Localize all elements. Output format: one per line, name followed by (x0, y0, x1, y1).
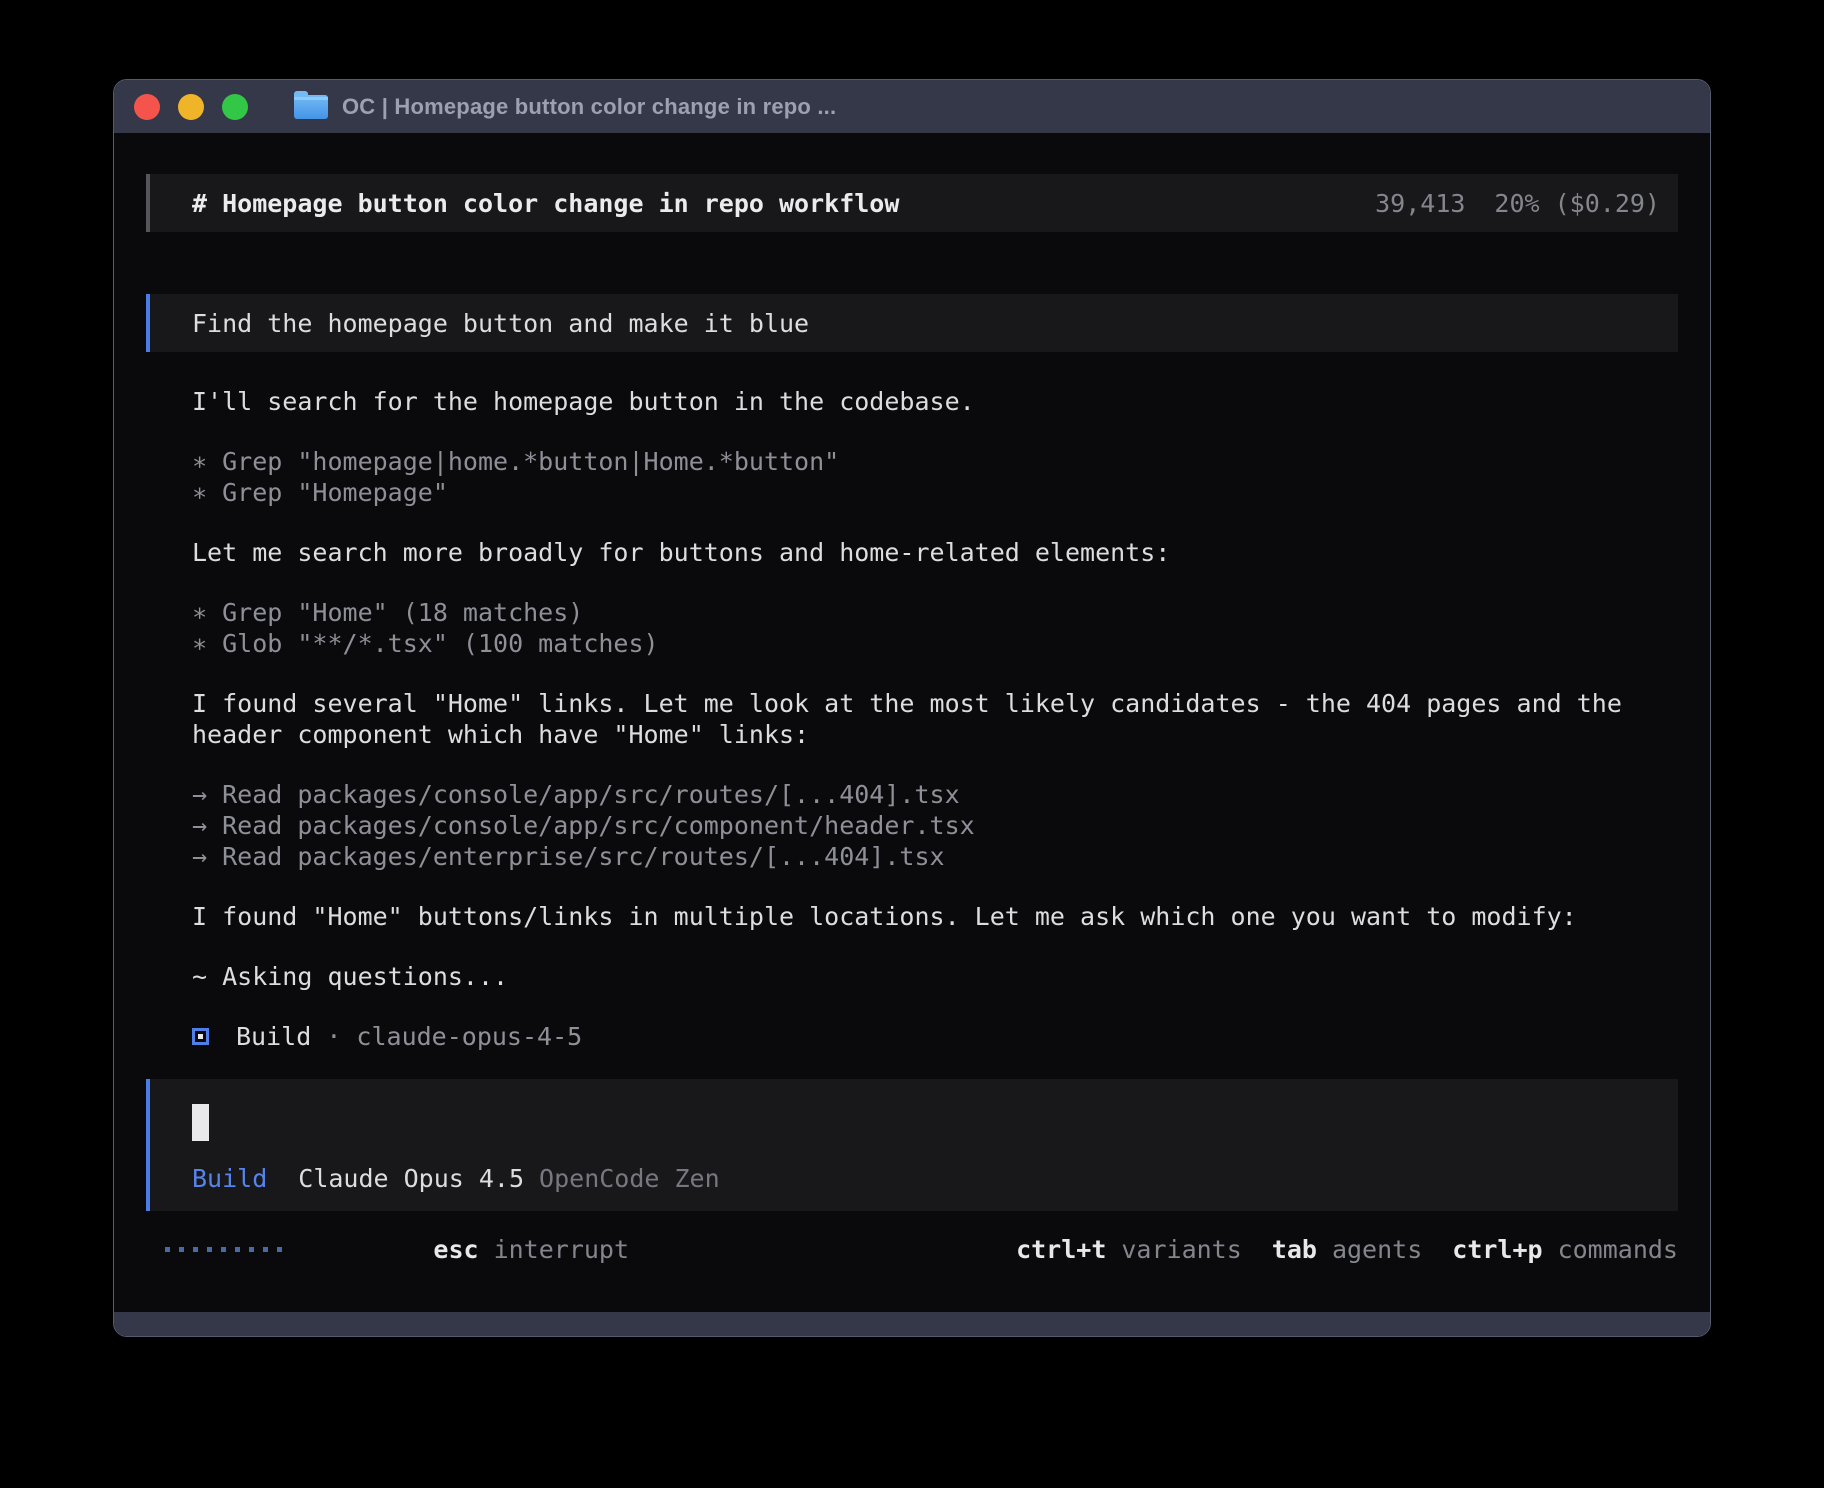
tool-call-line: → Read packages/enterprise/src/routes/[.… (192, 841, 1678, 872)
assistant-text-line: I'll search for the homepage button in t… (192, 386, 1678, 417)
shortcut-hint-variants: ctrl+t variants (1016, 1235, 1242, 1264)
user-message-text: Find the homepage button and make it blu… (192, 309, 809, 338)
window-bottom-strip (114, 1312, 1710, 1336)
blank-line (192, 568, 1678, 597)
assistant-text-line: ~ Asking questions... (192, 961, 1678, 992)
hint-key: tab (1272, 1235, 1317, 1264)
tool-call-line: ∗ Grep "Home" (18 matches) (192, 597, 1678, 628)
tool-call-line: ∗ Grep "homepage|home.*button|Home.*butt… (192, 446, 1678, 477)
text-cursor (192, 1104, 209, 1141)
spinner-dot (277, 1247, 282, 1252)
hint-key: ctrl+t (1016, 1235, 1106, 1264)
agent-mode-label[interactable]: Build (192, 1164, 267, 1193)
blank-line (192, 508, 1678, 537)
assistant-text-line: I found several "Home" links. Let me loo… (192, 688, 1678, 719)
model-row: Build Claude Opus 4.5 OpenCode Zen (192, 1164, 720, 1193)
tool-call-line: ∗ Glob "**/*.tsx" (100 matches) (192, 628, 1678, 659)
terminal-content: # Homepage button color change in repo w… (114, 174, 1710, 1265)
spinner-dot (179, 1247, 184, 1252)
hint-label: agents (1332, 1235, 1422, 1264)
assistant-text-line: header component which have "Home" links… (192, 719, 1678, 750)
status-bar: escinterrupt ctrl+tvariantstabagentsctrl… (146, 1234, 1678, 1265)
model-name-label[interactable]: Claude Opus 4.5 (298, 1164, 524, 1193)
assistant-text-line: Let me search more broadly for buttons a… (192, 537, 1678, 568)
tool-call-line: ∗ Grep "Homepage" (192, 477, 1678, 508)
spinner-dot (249, 1247, 254, 1252)
session-stats: 39,413 20% ($0.29) (1375, 189, 1660, 218)
blank-line (192, 992, 1678, 1021)
hint-label: variants (1121, 1235, 1241, 1264)
zoom-window-button[interactable] (222, 94, 248, 120)
prompt-input[interactable]: Build Claude Opus 4.5 OpenCode Zen (146, 1079, 1678, 1211)
interrupt-hint: esc interrupt (313, 1206, 629, 1293)
spinner-dot (193, 1247, 198, 1252)
window-titlebar: OC | Homepage button color change in rep… (114, 80, 1710, 133)
agent-name: Build (236, 1021, 311, 1052)
close-window-button[interactable] (134, 94, 160, 120)
blank-line (192, 750, 1678, 779)
conversation: I'll search for the homepage button in t… (146, 386, 1678, 1052)
agent-model: · claude-opus-4-5 (311, 1021, 582, 1052)
shortcut-hint-agents: tab agents (1272, 1235, 1422, 1264)
token-count: 39,413 (1375, 189, 1465, 218)
blank-line (192, 932, 1678, 961)
spinner-dot (235, 1247, 240, 1252)
spinner-dot (221, 1247, 226, 1252)
spinner-dot (207, 1247, 212, 1252)
hint-label: interrupt (494, 1235, 629, 1264)
tool-call-line: → Read packages/console/app/src/routes/[… (192, 779, 1678, 810)
assistant-text-line: I found "Home" buttons/links in multiple… (192, 901, 1678, 932)
tool-call-line: → Read packages/console/app/src/componen… (192, 810, 1678, 841)
shortcut-hint-commands: ctrl+p commands (1452, 1235, 1678, 1264)
agent-badge-icon (192, 1028, 209, 1045)
session-title: # Homepage button color change in repo w… (192, 189, 899, 218)
spinner-dots-icon (165, 1247, 282, 1252)
terminal-window: OC | Homepage button color change in rep… (113, 79, 1711, 1337)
spinner-dot (165, 1247, 170, 1252)
status-bar-right-hints: ctrl+t variants tab agents ctrl+p commands (1016, 1235, 1678, 1264)
hint-label: commands (1558, 1235, 1678, 1264)
context-cost: 20% ($0.29) (1494, 189, 1660, 218)
minimize-window-button[interactable] (178, 94, 204, 120)
session-header: # Homepage button color change in repo w… (146, 174, 1678, 232)
blank-line (192, 872, 1678, 901)
folder-icon (294, 95, 328, 119)
agent-status-line: Build · claude-opus-4-5 (192, 1021, 1678, 1052)
blank-line (192, 417, 1678, 446)
user-message: Find the homepage button and make it blu… (146, 294, 1678, 352)
spinner-dot (263, 1247, 268, 1252)
window-title: OC | Homepage button color change in rep… (342, 94, 836, 120)
blank-line (192, 659, 1678, 688)
provider-label: OpenCode Zen (539, 1164, 720, 1193)
hint-key: esc (433, 1235, 478, 1264)
hint-key: ctrl+p (1452, 1235, 1542, 1264)
